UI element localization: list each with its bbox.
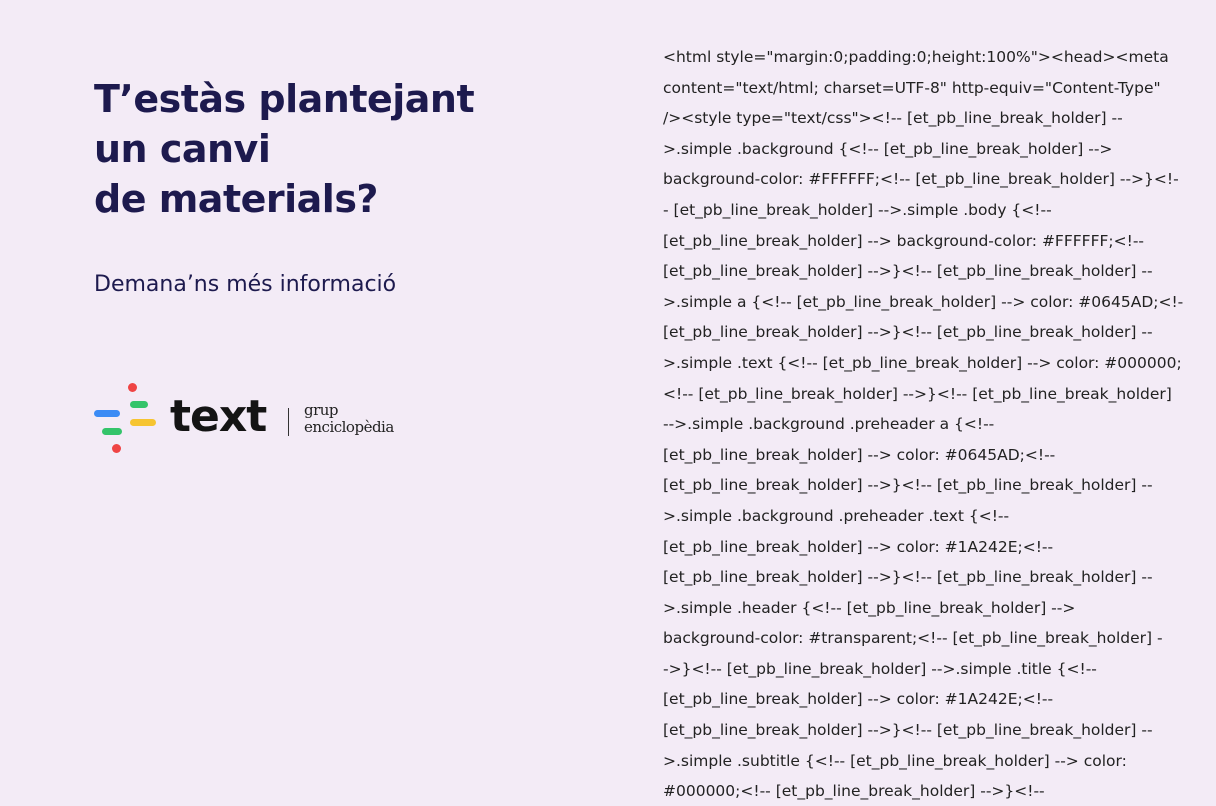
code-line: [et_pb_line_break_holder] -->}<!-- [et_p…	[663, 262, 1153, 281]
code-line: background-color: #FFFFFF;<!-- [et_pb_li…	[663, 170, 1179, 189]
raw-html-code-block: <html style="margin:0;padding:0;height:1…	[663, 42, 1183, 806]
code-line: >.simple a {<!-- [et_pb_line_break_holde…	[663, 292, 1183, 311]
logo-subtext: grup enciclopèdia	[304, 402, 394, 436]
code-line: [et_pb_line_break_holder] --> background…	[663, 231, 1145, 250]
logo-mark-icon	[94, 382, 158, 458]
code-line: -->.simple .background .preheader a {<!-…	[663, 415, 995, 434]
code-line: [et_pb_line_break_holder] -->}<!-- [et_p…	[663, 568, 1153, 587]
title-line-1: T’estàs plantejant	[94, 77, 475, 121]
logo-sub-line-2: enciclopèdia	[304, 418, 394, 436]
code-line: content="text/html; charset=UTF-8" http-…	[663, 78, 1161, 97]
logo-wordmark: text	[170, 391, 267, 442]
code-line: - [et_pb_line_break_holder] -->.simple .…	[663, 200, 1052, 219]
code-line: >.simple .header {<!-- [et_pb_line_break…	[663, 598, 1076, 617]
code-line: background-color: #transparent;<!-- [et_…	[663, 629, 1163, 648]
logo-bar-yellow	[130, 419, 156, 426]
code-line: [et_pb_line_break_holder] -->}<!-- [et_p…	[663, 476, 1153, 495]
logo-dot-top	[128, 383, 137, 392]
code-line: <!-- [et_pb_line_break_holder] -->}<!-- …	[663, 384, 1172, 403]
code-line: [et_pb_line_break_holder] --> color: #1A…	[663, 690, 1054, 709]
code-line: <html style="margin:0;padding:0;height:1…	[663, 48, 1169, 66]
logo-bar-green-bottom	[102, 428, 122, 435]
logo-divider	[288, 408, 289, 436]
brand-logo: text grup enciclopèdia	[94, 382, 404, 458]
logo-sub-line-1: grup	[304, 401, 339, 419]
code-line: >.simple .background .preheader .text {<…	[663, 506, 1010, 525]
title-line-3: de materials?	[94, 177, 378, 221]
code-line: >.simple .subtitle {<!-- [et_pb_line_bre…	[663, 751, 1127, 770]
page-title: T’estàs plantejant un canvi de materials…	[94, 74, 614, 224]
logo-bar-green-top	[130, 401, 148, 408]
subheading: Demana’ns més informació	[94, 272, 397, 297]
code-line: ->}<!-- [et_pb_line_break_holder] -->.si…	[663, 659, 1097, 678]
logo-bar-blue	[94, 410, 120, 417]
code-line: [et_pb_line_break_holder] -->}<!-- [et_p…	[663, 323, 1153, 342]
title-line-2: un canvi	[94, 127, 271, 171]
logo-dot-bottom	[112, 444, 121, 453]
code-line: [et_pb_line_break_holder] --> color: #1A…	[663, 537, 1054, 556]
code-line: >.simple .background {<!-- [et_pb_line_b…	[663, 139, 1113, 158]
code-line: /><style type="text/css"><!-- [et_pb_lin…	[663, 109, 1123, 128]
code-line: >.simple .text {<!-- [et_pb_line_break_h…	[663, 353, 1182, 372]
code-line: #000000;<!-- [et_pb_line_break_holder] -…	[663, 782, 1045, 801]
code-line: [et_pb_line_break_holder] -->}<!-- [et_p…	[663, 721, 1153, 740]
code-line: [et_pb_line_break_holder] --> color: #06…	[663, 445, 1056, 464]
hero-text: T’estàs plantejant un canvi de materials…	[94, 74, 614, 300]
